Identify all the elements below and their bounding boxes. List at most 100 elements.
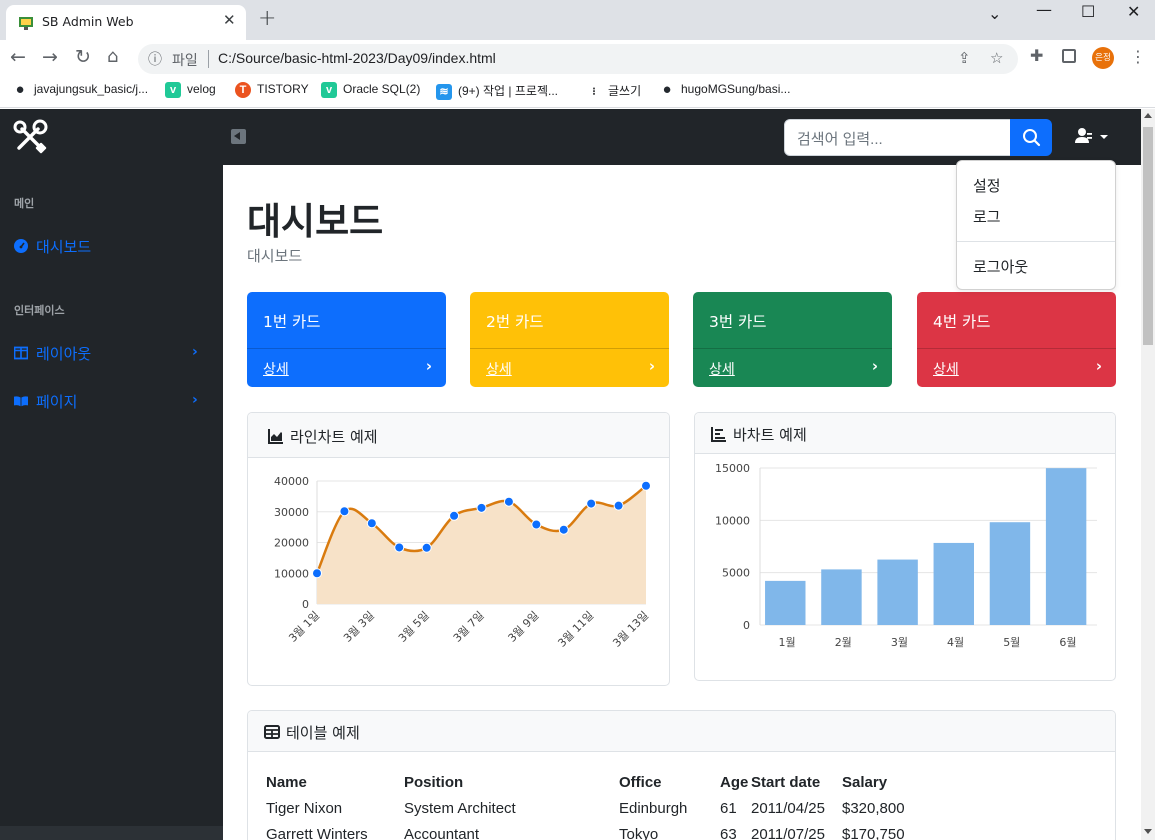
column-header[interactable]: Office (619, 769, 720, 795)
card-detail-link[interactable]: 상세 (709, 359, 735, 379)
data-point (503, 496, 514, 507)
velog-icon: v (165, 82, 181, 98)
extensions-icon[interactable]: ✚ (1030, 46, 1043, 65)
github-icon: ● (662, 81, 672, 98)
bookmark-item[interactable]: v Oracle SQL(2) (321, 82, 420, 100)
y-tick-label: 40000 (274, 475, 309, 488)
column-header[interactable]: Start date (751, 769, 842, 795)
chevron-right-icon[interactable]: › (872, 357, 878, 375)
maximize-icon[interactable]: ☐ (1081, 2, 1095, 21)
y-tick-label: 20000 (274, 537, 309, 550)
sidebar-footer (0, 826, 223, 840)
data-table: Name Position Office Age Start date Sala… (266, 769, 932, 840)
bookmark-item[interactable]: v velog (165, 82, 216, 100)
scroll-down-icon[interactable] (1144, 829, 1152, 834)
y-tick-label: 5000 (722, 567, 750, 580)
forward-icon[interactable]: → (42, 46, 58, 68)
x-tick-label: 3월 9일 (505, 608, 542, 645)
card-detail-link[interactable]: 상세 (263, 359, 289, 379)
back-icon[interactable]: ← (10, 46, 26, 68)
share-icon[interactable]: ⇪ (958, 49, 971, 67)
bar-chart-panel: 바차트 예제 0 5000 10000 15000 1월 2월 3월 4월 5월 6월 (694, 412, 1116, 681)
sidebar-toggle-icon[interactable] (231, 129, 246, 144)
reload-icon[interactable]: ↻ (75, 46, 91, 68)
data-point (421, 542, 432, 553)
bookmark-item[interactable]: ● hugoMGSung/basi... (659, 82, 790, 100)
card-title: 4번 카드 (933, 313, 991, 331)
bookmark-label: TISTORY (257, 82, 309, 97)
minimize-icon[interactable]: — (1036, 0, 1052, 19)
url-text[interactable]: C:/Source/basic-html-2023/Day09/index.ht… (218, 50, 496, 66)
new-tab-icon[interactable]: + (258, 6, 276, 31)
close-tab-icon[interactable]: ✕ (223, 11, 236, 29)
column-header[interactable]: Age (720, 769, 751, 795)
sidebar-item-label: 대시보드 (36, 239, 92, 256)
data-point (339, 506, 350, 517)
scroll-up-icon[interactable] (1144, 113, 1152, 118)
card-detail-link[interactable]: 상세 (486, 359, 512, 379)
info-icon[interactable]: ⓘ (148, 49, 162, 69)
y-tick-label: 15000 (715, 462, 750, 475)
table-cell: 2011/07/25 (751, 825, 825, 840)
home-icon[interactable]: ⌂ (107, 46, 118, 67)
card-title: 2번 카드 (486, 313, 544, 331)
bookmark-label: (9+) 작업 | 프로젝... (458, 84, 558, 98)
table-cell: Accountant (404, 825, 480, 840)
chevron-right-icon: › (192, 392, 198, 408)
github-icon: ● (15, 81, 25, 98)
tab-search-icon[interactable]: ⌄ (988, 4, 1001, 23)
chevron-right-icon[interactable]: › (1096, 357, 1102, 375)
close-window-icon[interactable]: ✕ (1127, 2, 1140, 21)
sidebar-item-dashboard[interactable]: 대시보드 (14, 236, 91, 257)
browser-tab-strip: SB Admin Web ✕ + ⌄ — ☐ ✕ (0, 0, 1155, 40)
sidebar: 메인 대시보드 인터페이스 레이아웃 › 페이지 › (0, 165, 223, 840)
chevron-right-icon[interactable]: › (426, 357, 432, 375)
bar (1045, 468, 1087, 625)
profile-avatar[interactable]: 은정 (1092, 47, 1114, 69)
bar (765, 580, 806, 625)
bar (933, 542, 974, 625)
column-header[interactable]: Salary (842, 769, 932, 795)
bookmark-item[interactable]: ● javajungsuk_basic/j... (12, 82, 148, 100)
dropdown-item-logout[interactable]: 로그아웃 (973, 256, 1028, 277)
column-header[interactable]: Position (404, 769, 619, 795)
top-navbar: 검색어 입력... (0, 109, 1141, 165)
data-point (531, 519, 542, 530)
page-scrollbar[interactable] (1141, 109, 1155, 840)
dropdown-item-settings[interactable]: 설정 (973, 175, 1001, 196)
panel-header: 테이블 예제 (248, 711, 1115, 752)
table-panel: 테이블 예제 Name Position Office Age Start da… (247, 710, 1116, 840)
tools-logo-icon[interactable] (12, 119, 48, 155)
bookmarks-bar: ● javajungsuk_basic/j... v velog T TISTORY v Or… (0, 76, 1155, 108)
user-menu-button[interactable] (1073, 127, 1109, 147)
bookmark-item[interactable]: ≋ (9+) 작업 | 프로젝... (436, 82, 558, 100)
bookmark-star-icon[interactable]: ☆ (990, 49, 1003, 67)
search-button[interactable] (1010, 119, 1052, 156)
bar (989, 522, 1031, 625)
browser-tab[interactable]: SB Admin Web ✕ (6, 5, 246, 40)
scrollbar-thumb[interactable] (1143, 127, 1153, 345)
bookmark-item[interactable]: T TISTORY (235, 82, 309, 100)
table-row: Tiger Nixon System Architect Edinburgh 6… (266, 795, 932, 821)
bookmark-item[interactable]: ⁝ 글쓰기 (586, 82, 641, 100)
chevron-right-icon[interactable]: › (649, 357, 655, 375)
sidebar-item-layout[interactable]: 레이아웃 (14, 343, 91, 364)
card-detail-link[interactable]: 상세 (933, 359, 959, 379)
x-tick-label: 3월 7일 (450, 608, 487, 645)
sidebar-item-pages[interactable]: 페이지 (14, 391, 77, 412)
bookmark-label: javajungsuk_basic/j... (34, 82, 149, 97)
dropdown-item-log[interactable]: 로그 (973, 206, 1001, 227)
search-input[interactable]: 검색어 입력... (784, 119, 1011, 156)
bookmark-label: velog (187, 82, 216, 97)
card-title: 3번 카드 (709, 313, 767, 331)
card-title: 1번 카드 (263, 313, 321, 331)
address-bar[interactable]: ⓘ 파일 C:/Source/basic-html-2023/Day09/ind… (138, 44, 1018, 74)
table-cell: System Architect (404, 799, 516, 817)
card-footer: 상세 › (247, 348, 446, 387)
side-panel-icon[interactable] (1062, 49, 1076, 63)
x-tick-label: 3월 11일 (555, 608, 597, 650)
sidebar-item-label: 페이지 (36, 394, 78, 411)
menu-kebab-icon[interactable]: ⋮ (1130, 47, 1146, 66)
column-header[interactable]: Name (266, 769, 404, 795)
card-2: 2번 카드 상세 › (470, 292, 669, 387)
